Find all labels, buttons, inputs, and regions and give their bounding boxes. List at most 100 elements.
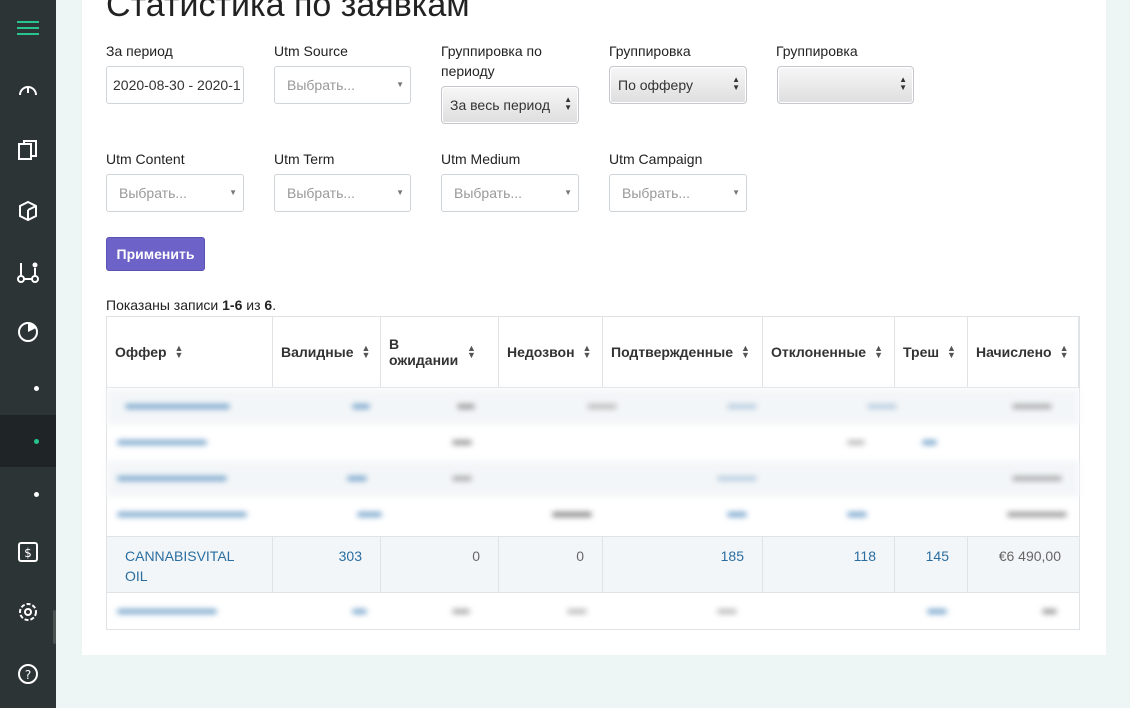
select-arrows-icon: ▲ ▼	[564, 95, 572, 112]
utm-medium-label: Utm Medium	[441, 151, 521, 167]
caret-down-icon: ▼	[732, 188, 740, 197]
svg-text:$: $	[24, 546, 32, 560]
trash-cell: 145	[895, 537, 968, 592]
dashboard-gauge-icon[interactable]	[0, 64, 56, 116]
page-title: Статистика по заявкам	[106, 0, 470, 24]
col-pending-label: В ожидании	[389, 336, 459, 368]
confirmed-link[interactable]: 185	[721, 548, 744, 564]
col-confirmed[interactable]: Подтвержденные ▲ ▼	[603, 317, 763, 388]
summary-prefix: Показаны записи	[106, 297, 223, 313]
pending-value: 0	[472, 548, 480, 564]
col-accrued-label: Начислено	[976, 344, 1052, 360]
submenu-item-2-active[interactable]	[0, 415, 56, 467]
no-answer-value: 0	[576, 548, 584, 564]
apply-button[interactable]: Применить	[106, 237, 205, 271]
caret-down-icon: ▼	[564, 188, 572, 197]
dot-icon	[34, 385, 39, 391]
group1-value: По офферу	[618, 77, 693, 93]
caret-down-icon: ▼	[396, 188, 404, 197]
utm-content-label: Utm Content	[106, 151, 185, 167]
submenu-item-3[interactable]	[0, 468, 56, 520]
sort-icon: ▲ ▼	[874, 343, 884, 360]
valid-link[interactable]: 303	[339, 548, 362, 564]
rejected-cell: 118	[763, 537, 895, 592]
offer-link[interactable]: CANNABISVITAL OIL	[125, 548, 234, 584]
blurred-row	[107, 389, 1079, 425]
stats-table: Оффер ▲ ▼ Валидные ▲ ▼ В ожидании ▲ ▼ Недозвон…	[106, 316, 1080, 630]
utm-campaign-placeholder: Выбрать...	[622, 185, 691, 201]
group-period-label: Группировка по периоду	[441, 43, 542, 79]
col-accrued[interactable]: Начислено ▲ ▼	[968, 317, 1079, 388]
col-no-answer-label: Недозвон	[507, 344, 575, 360]
finance-icon[interactable]: $	[0, 526, 56, 578]
valid-cell: 303	[273, 537, 381, 592]
col-trash[interactable]: Треш ▲ ▼	[895, 317, 968, 388]
utm-term-select[interactable]: Выбрать... ▼	[274, 174, 411, 212]
group2-label: Группировка	[776, 43, 858, 59]
confirmed-cell: 185	[603, 537, 763, 592]
accrued-cell: €6 490,00	[968, 537, 1079, 592]
select-arrows-icon: ▲ ▼	[732, 75, 740, 92]
col-offer[interactable]: Оффер ▲ ▼	[107, 317, 273, 388]
period-label: За период	[106, 43, 173, 59]
caret-down-icon: ▼	[396, 80, 404, 89]
utm-content-select[interactable]: Выбрать... ▼	[106, 174, 244, 212]
blurred-row	[107, 461, 1079, 497]
col-valid-label: Валидные	[281, 344, 354, 360]
documents-icon[interactable]	[0, 124, 56, 176]
offer-cell: CANNABISVITAL OIL	[107, 537, 273, 592]
box-icon[interactable]	[0, 185, 56, 237]
blurred-row	[107, 425, 1079, 461]
utm-source-select[interactable]: Выбрать... ▼	[274, 66, 411, 104]
table-row: CANNABISVITAL OIL 303 0 0 185 118 145 €6…	[107, 536, 1079, 593]
utm-campaign-label: Utm Campaign	[609, 151, 703, 167]
help-icon[interactable]: ?	[0, 648, 56, 700]
caret-down-icon: ▼	[229, 188, 237, 197]
col-confirmed-label: Подтвержденные	[611, 344, 734, 360]
group1-select[interactable]: По офферу ▲ ▼	[609, 66, 747, 104]
submenu-item-1[interactable]	[0, 362, 56, 414]
summary-suffix: .	[272, 297, 277, 313]
utm-medium-select[interactable]: Выбрать... ▼	[441, 174, 579, 212]
group2-select[interactable]: ▲ ▼	[777, 66, 914, 104]
utm-campaign-select[interactable]: Выбрать... ▼	[609, 174, 747, 212]
col-trash-label: Треш	[903, 344, 940, 360]
rejected-link[interactable]: 118	[854, 548, 876, 564]
col-no-answer[interactable]: Недозвон ▲ ▼	[499, 317, 603, 388]
pie-chart-icon[interactable]	[0, 306, 56, 358]
settings-icon[interactable]	[0, 586, 56, 638]
col-valid[interactable]: Валидные ▲ ▼	[273, 317, 381, 388]
summary-middle: из	[242, 297, 265, 313]
sort-icon: ▲ ▼	[947, 343, 956, 360]
trash-link[interactable]: 145	[926, 548, 949, 564]
select-arrows-icon: ▲ ▼	[899, 75, 907, 92]
group-period-select[interactable]: За весь период ▲ ▼	[441, 86, 579, 124]
col-rejected[interactable]: Отклоненные ▲ ▼	[763, 317, 895, 388]
utm-medium-placeholder: Выбрать...	[454, 185, 523, 201]
dot-icon	[34, 491, 39, 497]
sort-icon: ▲ ▼	[1059, 343, 1069, 360]
summary-range: 1-6	[222, 297, 243, 313]
col-rejected-label: Отклоненные	[771, 344, 867, 360]
flow-icon[interactable]	[0, 246, 56, 298]
records-summary: Показаны записи 1-6 из 6.	[106, 297, 276, 313]
pending-cell: 0	[381, 537, 499, 592]
col-pending[interactable]: В ожидании ▲ ▼	[381, 317, 499, 388]
utm-source-placeholder: Выбрать...	[287, 77, 356, 93]
dot-icon	[34, 438, 39, 444]
col-offer-label: Оффер	[115, 344, 167, 360]
sidebar: $ ?	[0, 0, 56, 708]
period-input[interactable]: 2020-08-30 - 2020-1	[106, 66, 244, 104]
sort-icon: ▲ ▼	[741, 343, 750, 360]
utm-term-label: Utm Term	[274, 151, 335, 167]
group1-label: Группировка	[609, 43, 691, 59]
group-period-value: За весь период	[450, 97, 551, 113]
utm-term-placeholder: Выбрать...	[287, 185, 356, 201]
menu-icon[interactable]	[0, 2, 56, 54]
svg-text:?: ?	[25, 668, 31, 682]
blurred-row	[107, 497, 1079, 533]
no-answer-cell: 0	[499, 537, 603, 592]
utm-content-placeholder: Выбрать...	[119, 185, 188, 201]
sidebar-resize-handle[interactable]	[53, 610, 56, 644]
sort-icon: ▲ ▼	[361, 343, 371, 360]
